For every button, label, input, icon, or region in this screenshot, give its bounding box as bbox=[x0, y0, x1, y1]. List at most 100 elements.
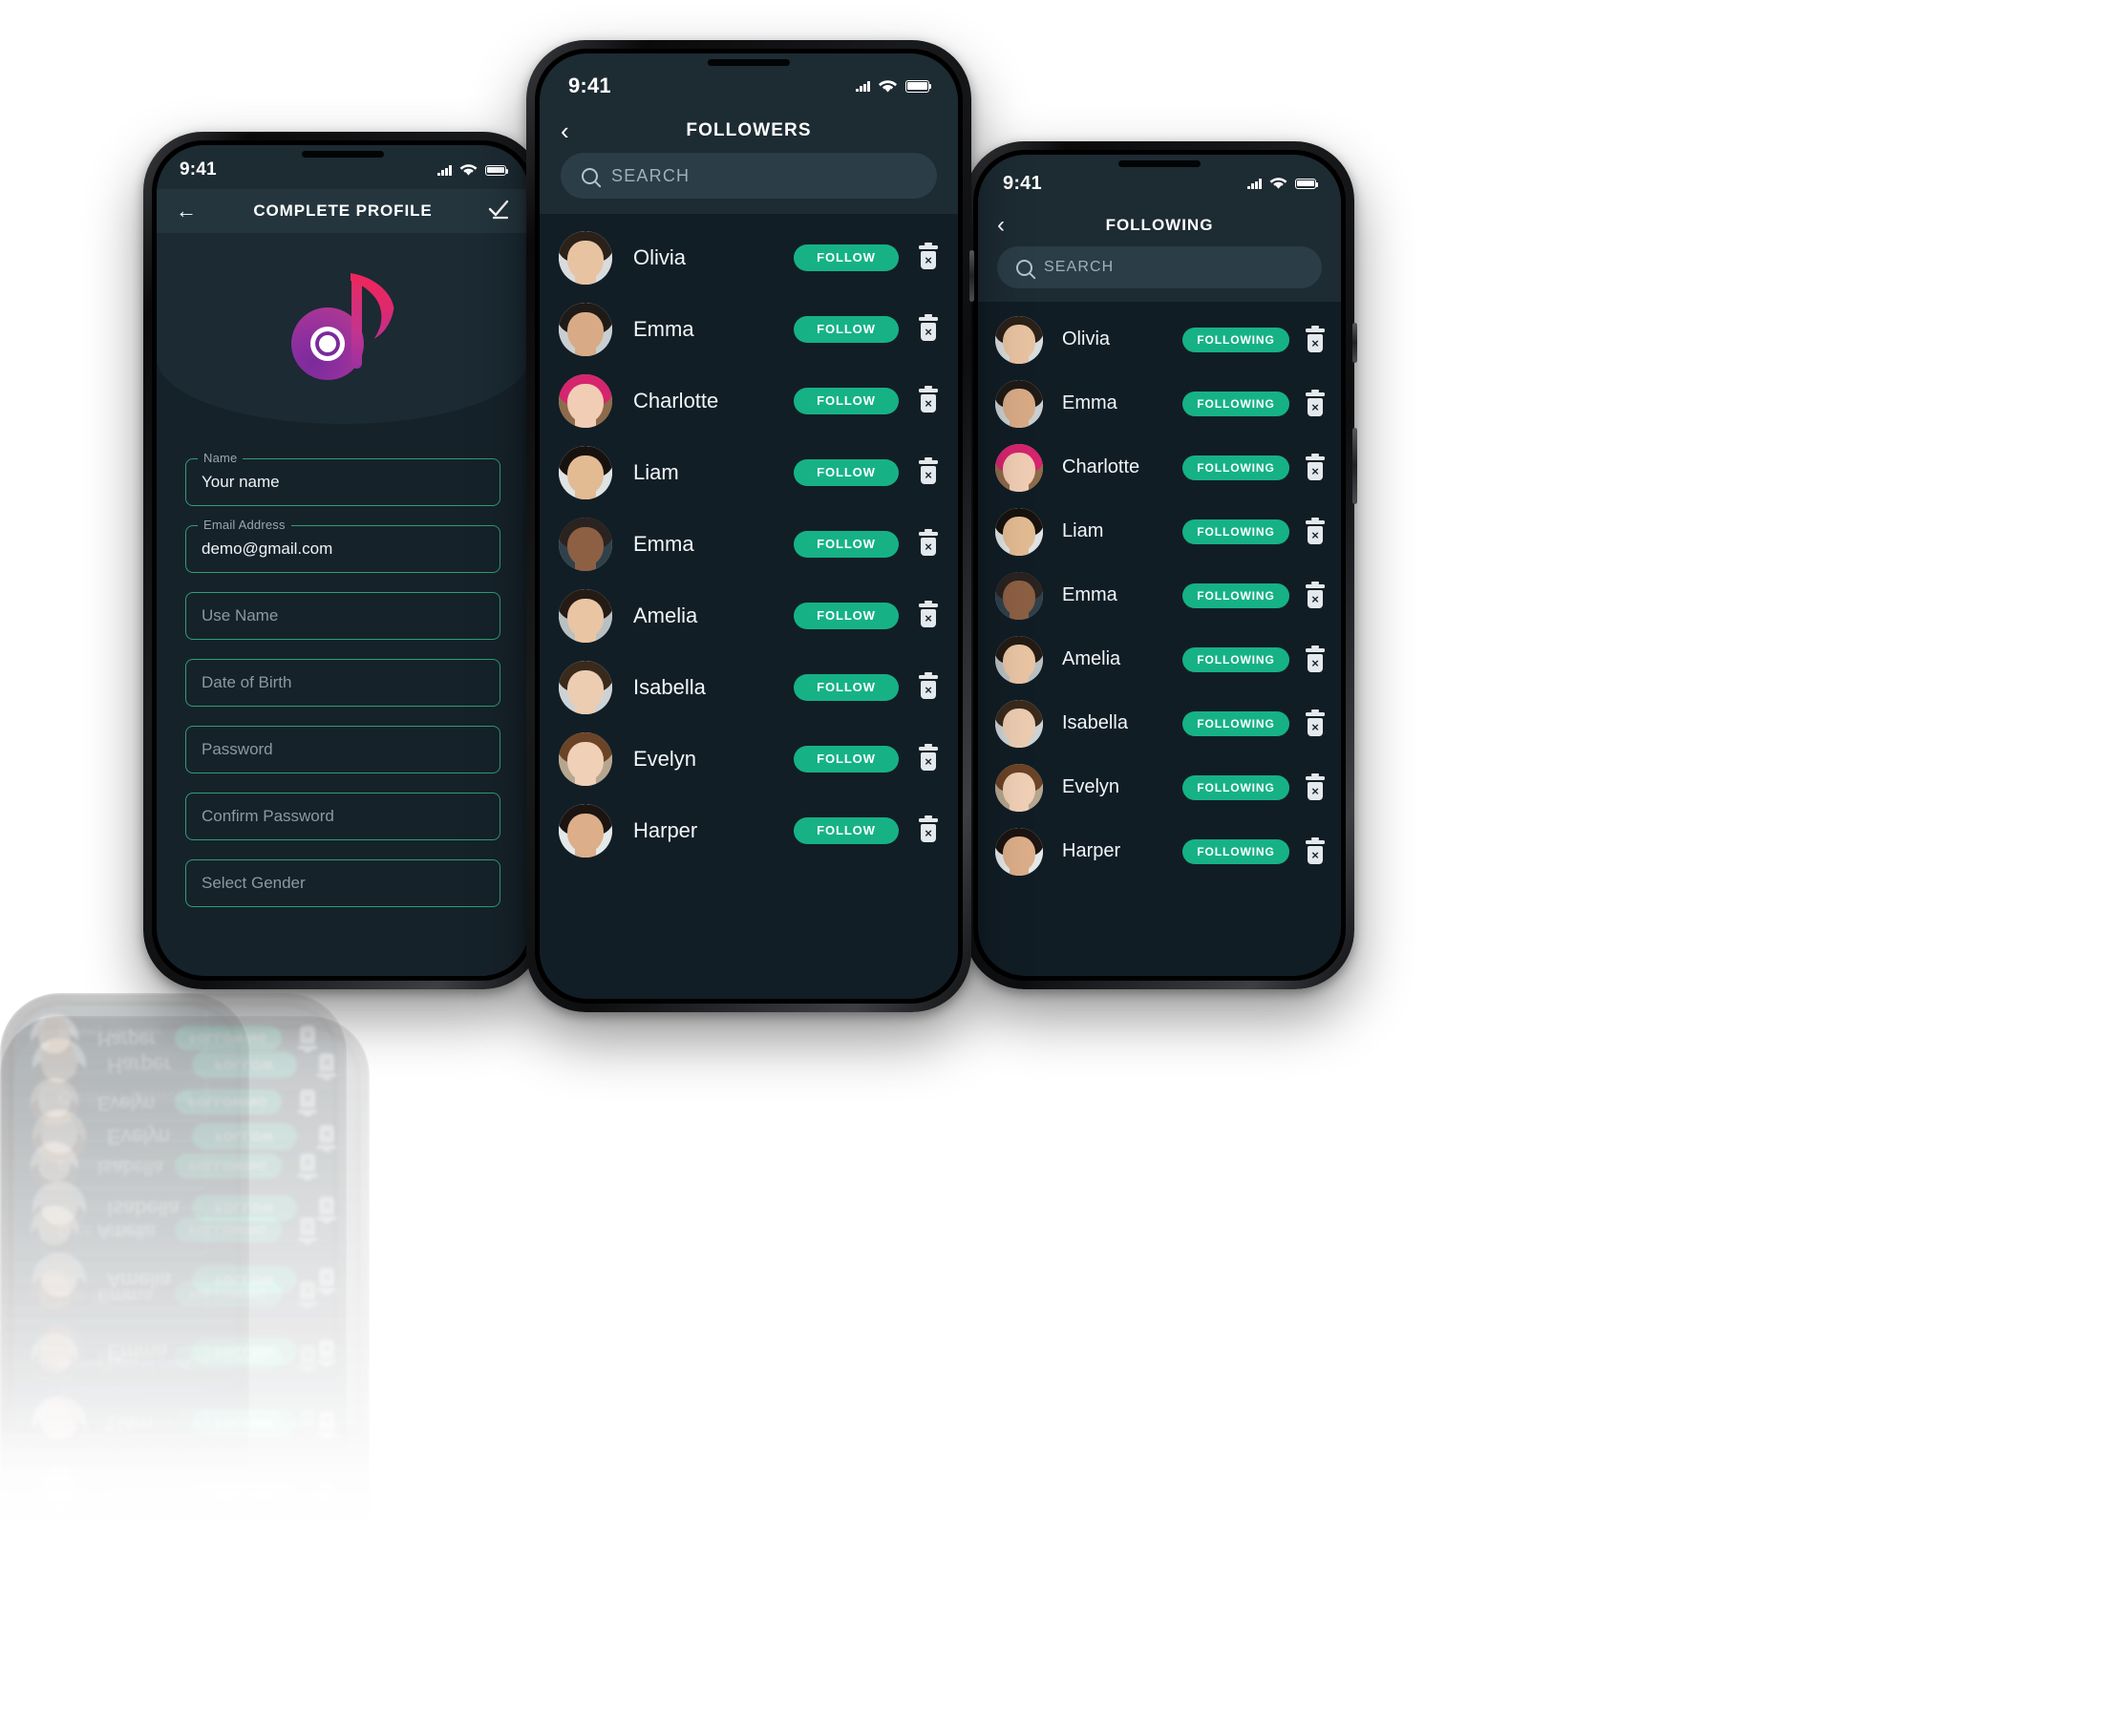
follow-button[interactable]: FOLLOW bbox=[794, 745, 899, 773]
user-row[interactable]: Liam FOLLOWING bbox=[995, 499, 1325, 563]
trash-delete-icon[interactable] bbox=[1305, 453, 1325, 480]
following-button[interactable]: FOLLOWING bbox=[1182, 391, 1289, 416]
trash-delete-icon[interactable] bbox=[918, 385, 939, 413]
volume-button-right[interactable] bbox=[1352, 428, 1357, 504]
avatar bbox=[32, 1396, 86, 1450]
trash-delete-icon[interactable] bbox=[1305, 389, 1325, 416]
following-button[interactable]: FOLLOWING bbox=[1182, 774, 1289, 800]
email-field: Email Address demo@gmail.com bbox=[42, 1341, 207, 1396]
trash-delete-icon[interactable] bbox=[1305, 836, 1325, 864]
user-row[interactable]: Emma FOLLOW bbox=[559, 508, 939, 580]
appbar-complete-profile: ← COMPLETE PROFILE bbox=[13, 1681, 236, 1725]
search-input-following[interactable]: SEARCH bbox=[997, 246, 1322, 288]
dob-field[interactable]: Date of Birth bbox=[185, 659, 500, 707]
status-icons-center bbox=[856, 79, 932, 94]
password-field[interactable]: Password bbox=[185, 726, 500, 773]
trash-lid bbox=[919, 456, 938, 464]
user-row[interactable]: Amelia FOLLOW bbox=[559, 580, 939, 651]
avatar bbox=[31, 1398, 78, 1447]
trash-delete-icon[interactable] bbox=[918, 242, 939, 270]
name-field-value: Your name bbox=[58, 1423, 137, 1441]
avatar-neck bbox=[45, 1334, 64, 1345]
trash-can bbox=[1308, 717, 1323, 736]
status-time-left: 9:41 bbox=[180, 159, 217, 180]
username-field[interactable]: Use Name bbox=[185, 592, 500, 640]
trash-delete-icon[interactable] bbox=[1305, 709, 1325, 736]
follow-button[interactable]: FOLLOW bbox=[794, 673, 899, 701]
phone-right-bezel: 9:41 ‹ FOLLOWING SEARCH Olivia FOLLOWING… bbox=[9, 1002, 339, 1736]
earpiece-notch-left bbox=[302, 151, 384, 158]
trash-delete-icon bbox=[297, 1217, 318, 1242]
user-row[interactable]: Olivia FOLLOWING bbox=[995, 307, 1325, 371]
trash-delete-icon[interactable] bbox=[918, 313, 939, 342]
trash-can bbox=[1308, 525, 1323, 544]
following-button[interactable]: FOLLOWING bbox=[1182, 327, 1289, 352]
name-field[interactable]: Name Your name bbox=[185, 451, 500, 506]
trash-can bbox=[319, 1053, 335, 1072]
user-row[interactable]: Evelyn FOLLOWING bbox=[995, 755, 1325, 819]
trash-delete-icon[interactable] bbox=[918, 528, 939, 557]
follow-button[interactable]: FOLLOW bbox=[794, 458, 899, 486]
user-row[interactable]: Emma FOLLOWING bbox=[995, 563, 1325, 627]
logo-hero bbox=[157, 233, 529, 424]
power-button-right[interactable] bbox=[1352, 323, 1357, 363]
trash-delete-icon[interactable] bbox=[1305, 773, 1325, 800]
user-row: Olivia FOLLOW bbox=[32, 1602, 337, 1674]
trash-lid bbox=[1306, 773, 1325, 780]
user-row[interactable]: Harper FOLLOWING bbox=[995, 819, 1325, 883]
search-placeholder-followers: SEARCH bbox=[611, 165, 691, 185]
following-button[interactable]: FOLLOWING bbox=[1182, 582, 1289, 608]
trash-delete-icon[interactable] bbox=[918, 743, 939, 772]
user-row[interactable]: Isabella FOLLOWING bbox=[995, 691, 1325, 755]
user-name: Emma bbox=[107, 1340, 168, 1365]
following-button[interactable]: FOLLOWING bbox=[1182, 838, 1289, 864]
trash-delete-icon bbox=[297, 1409, 318, 1434]
user-name: Emma bbox=[97, 1476, 153, 1497]
screen-complete-profile: 9:41 ← COMPLETE PROFILE bbox=[157, 145, 529, 976]
avatar-hair bbox=[32, 1344, 86, 1379]
user-row[interactable]: Harper FOLLOW bbox=[559, 794, 939, 866]
user-row[interactable]: Emma FOLLOWING bbox=[995, 371, 1325, 435]
trash-delete-icon[interactable] bbox=[1305, 325, 1325, 352]
follow-button[interactable]: FOLLOW bbox=[794, 243, 899, 271]
trash-lid bbox=[298, 1302, 318, 1306]
trash-delete-icon bbox=[297, 1537, 318, 1562]
user-row[interactable]: Emma FOLLOW bbox=[559, 293, 939, 365]
trash-delete-icon[interactable] bbox=[1305, 581, 1325, 608]
power-button-center[interactable] bbox=[969, 250, 974, 302]
following-button[interactable]: FOLLOWING bbox=[1182, 519, 1289, 544]
avatar-background bbox=[32, 1468, 86, 1522]
trash-delete-icon[interactable] bbox=[918, 671, 939, 700]
follow-button[interactable]: FOLLOW bbox=[794, 387, 899, 414]
confirm-password-field[interactable]: Confirm Password bbox=[185, 793, 500, 840]
arrow-left-icon[interactable]: ← bbox=[176, 201, 197, 222]
user-row[interactable]: Amelia FOLLOWING bbox=[995, 627, 1325, 691]
user-row[interactable]: Charlotte FOLLOW bbox=[559, 365, 939, 436]
check-icon[interactable] bbox=[487, 199, 510, 224]
user-name: Emma bbox=[633, 316, 694, 341]
user-row[interactable]: Olivia FOLLOW bbox=[559, 222, 939, 293]
user-row[interactable]: Isabella FOLLOW bbox=[559, 651, 939, 723]
search-input-followers[interactable]: SEARCH bbox=[561, 153, 937, 199]
user-row[interactable]: Evelyn FOLLOW bbox=[559, 723, 939, 794]
trash-delete-icon[interactable] bbox=[918, 456, 939, 485]
user-row[interactable]: Liam FOLLOW bbox=[559, 436, 939, 508]
trash-delete-icon[interactable] bbox=[1305, 517, 1325, 544]
trash-delete-icon[interactable] bbox=[918, 600, 939, 628]
user-row: Charlotte FOLLOWING bbox=[31, 1390, 318, 1454]
email-field[interactable]: Email Address demo@gmail.com bbox=[185, 518, 500, 573]
gender-select[interactable]: Select Gender bbox=[185, 859, 500, 907]
avatar-neck bbox=[48, 1253, 71, 1265]
user-row[interactable]: Charlotte FOLLOWING bbox=[995, 435, 1325, 499]
following-button[interactable]: FOLLOWING bbox=[1182, 646, 1289, 672]
avatar bbox=[32, 1253, 86, 1307]
follow-button[interactable]: FOLLOW bbox=[794, 315, 899, 343]
follow-button: FOLLOW bbox=[192, 1624, 298, 1652]
following-button[interactable]: FOLLOWING bbox=[1182, 455, 1289, 480]
trash-delete-icon[interactable] bbox=[918, 815, 939, 843]
trash-delete-icon[interactable] bbox=[1305, 645, 1325, 672]
follow-button[interactable]: FOLLOW bbox=[794, 530, 899, 558]
follow-button[interactable]: FOLLOW bbox=[794, 602, 899, 629]
following-button[interactable]: FOLLOWING bbox=[1182, 710, 1289, 736]
follow-button[interactable]: FOLLOW bbox=[794, 816, 899, 844]
